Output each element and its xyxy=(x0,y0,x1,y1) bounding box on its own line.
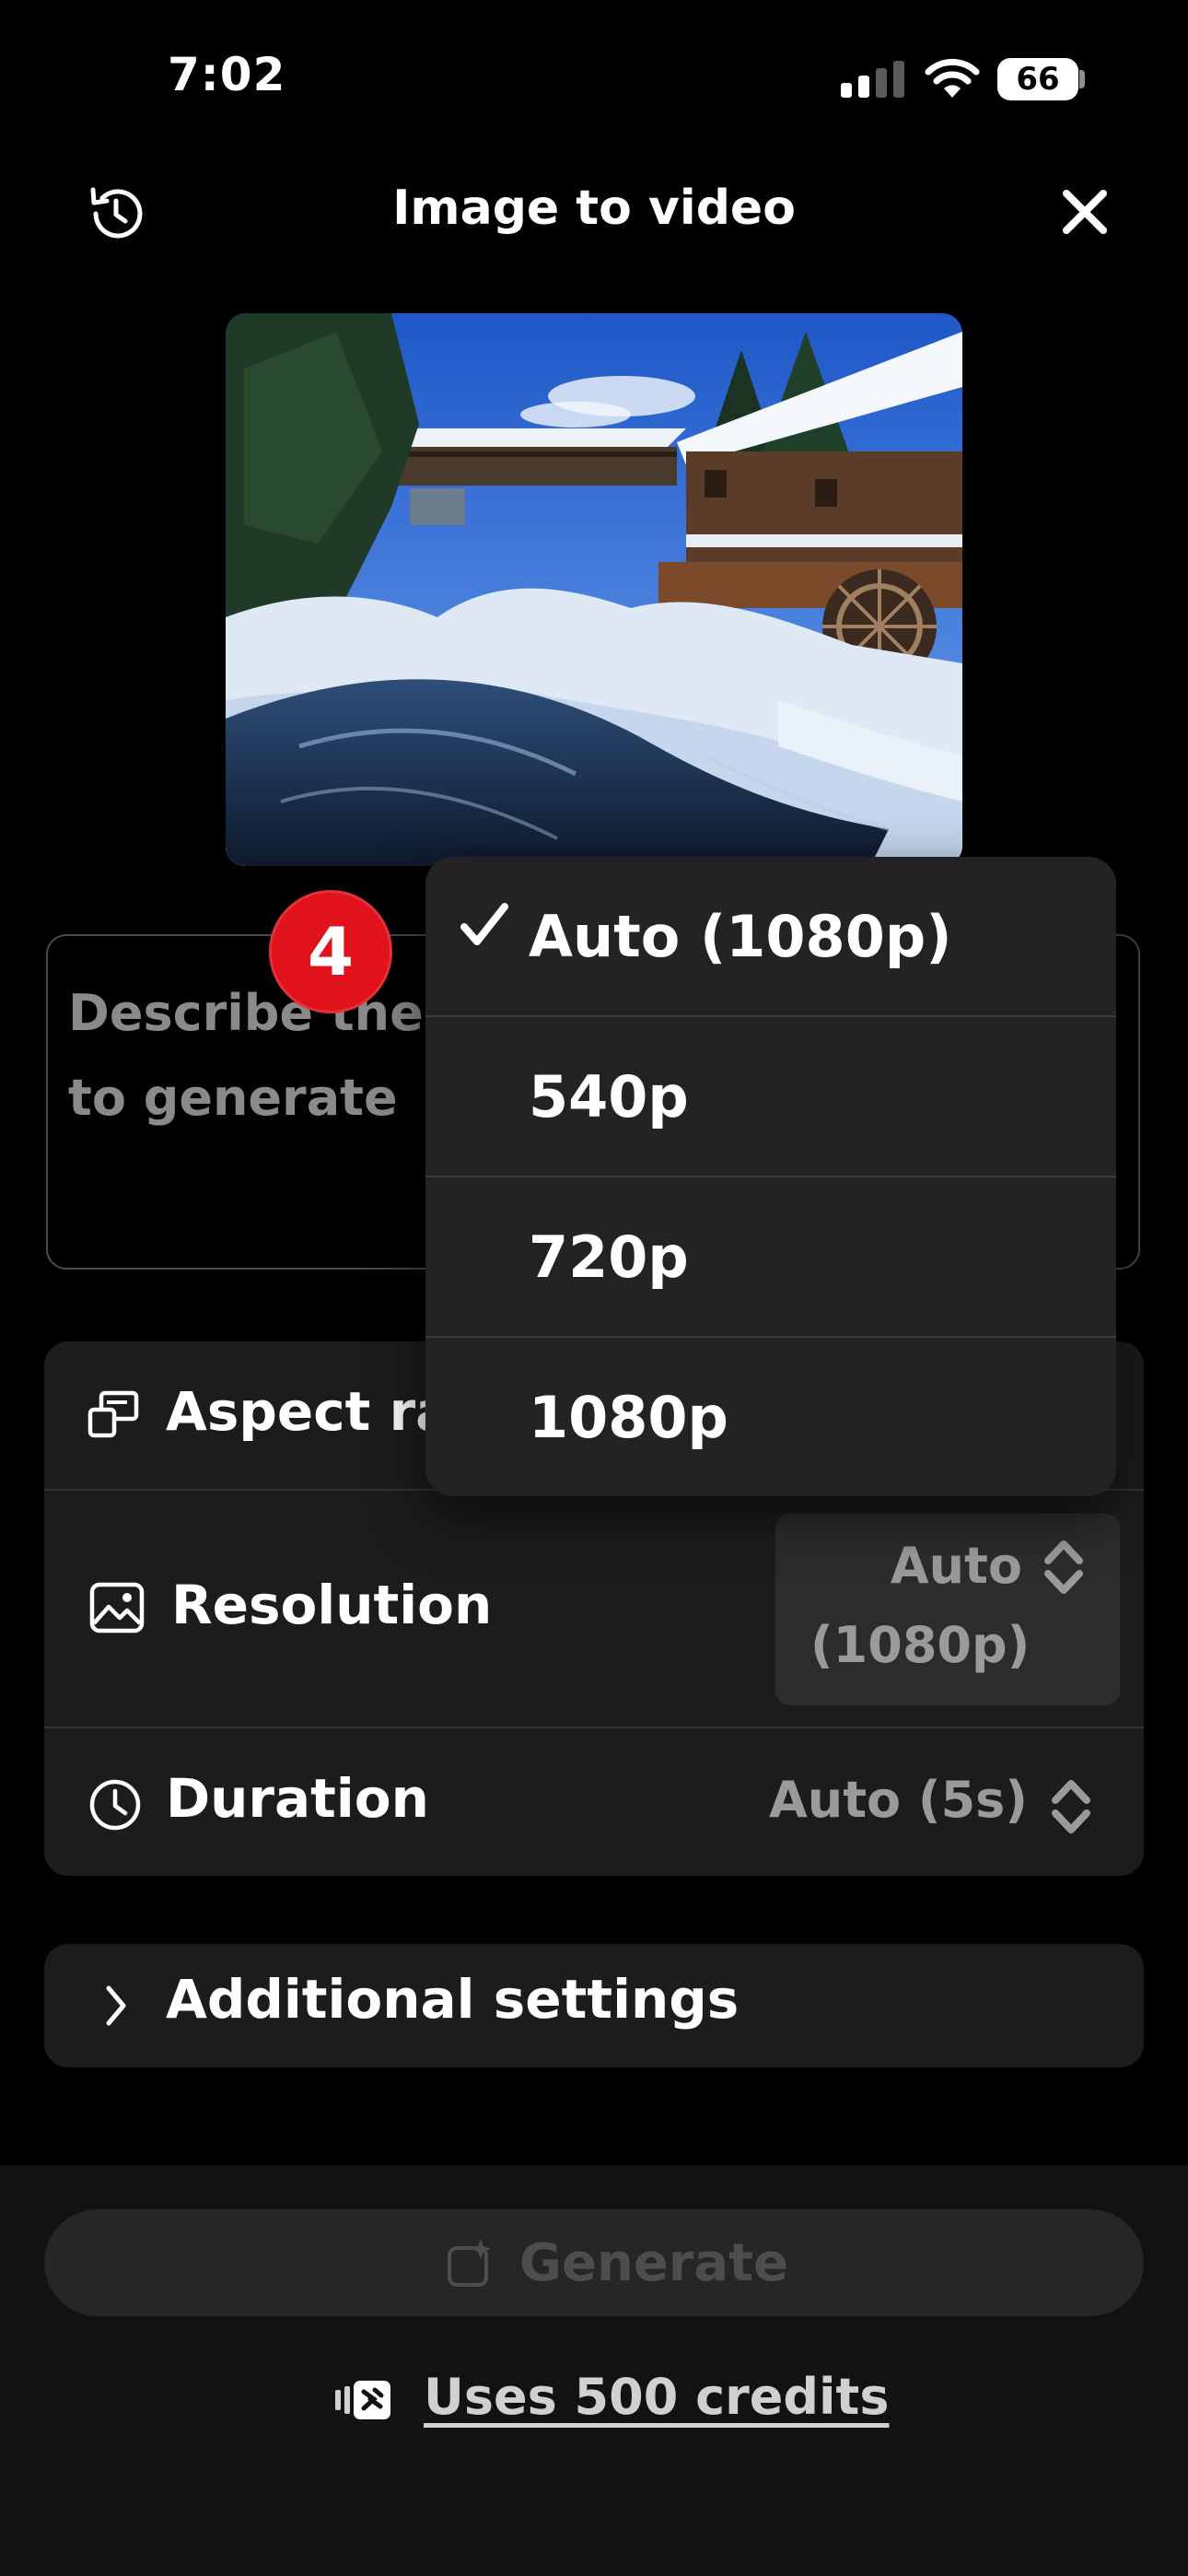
dropdown-option-label: Auto (1080p) xyxy=(529,903,952,970)
wifi-icon xyxy=(925,58,980,98)
credits-link[interactable]: Uses 500 credits xyxy=(424,2368,889,2426)
dropdown-option-label: 540p xyxy=(529,1063,689,1130)
dropdown-option-label: 720p xyxy=(529,1224,689,1291)
dropdown-option-1080p[interactable]: 1080p xyxy=(425,1338,1116,1496)
status-time: 7:02 xyxy=(168,48,286,101)
dropdown-option-540p[interactable]: 540p xyxy=(425,1017,1116,1176)
battery-indicator: 66 xyxy=(997,58,1078,100)
dropdown-option-720p[interactable]: 720p xyxy=(425,1177,1116,1336)
image-icon xyxy=(89,1582,145,1633)
close-icon[interactable] xyxy=(1057,184,1112,240)
resolution-dropdown-menu: Auto (1080p) 540p 720p 1080p xyxy=(425,857,1116,1496)
step-number-badge: 4 xyxy=(269,890,392,1013)
cellular-signal-icon xyxy=(841,61,905,98)
credits-icon xyxy=(335,2381,390,2419)
chevron-up-down-icon xyxy=(1044,1540,1083,1594)
chevron-up-down-icon xyxy=(1052,1780,1090,1833)
dropdown-option-auto-1080p[interactable]: Auto (1080p) xyxy=(425,857,1116,1015)
checkmark-icon xyxy=(460,903,508,945)
duration-label: Duration xyxy=(166,1767,429,1830)
settings-divider xyxy=(44,1727,1144,1728)
additional-settings-label: Additional settings xyxy=(166,1968,740,2031)
resolution-label: Resolution xyxy=(171,1574,493,1636)
resolution-value-line2: (1080p) xyxy=(810,1616,1031,1674)
aspect-ratio-icon xyxy=(87,1390,139,1438)
sparkle-generate-icon xyxy=(448,2239,491,2287)
resolution-value-line1: Auto xyxy=(890,1537,1022,1595)
battery-tip xyxy=(1079,70,1085,88)
dropdown-option-label: 1080p xyxy=(529,1384,728,1451)
prompt-placeholder: Describe the to generate xyxy=(68,984,424,1127)
source-image-thumbnail[interactable] xyxy=(226,313,962,866)
page-title: Image to video xyxy=(392,181,796,236)
clock-icon xyxy=(89,1779,141,1831)
duration-value[interactable]: Auto (5s) xyxy=(700,1771,1028,1829)
generate-label: Generate xyxy=(519,2233,788,2293)
aspect-ratio-label[interactable]: Aspect ra xyxy=(166,1380,451,1443)
chevron-right-icon xyxy=(106,1985,126,2026)
